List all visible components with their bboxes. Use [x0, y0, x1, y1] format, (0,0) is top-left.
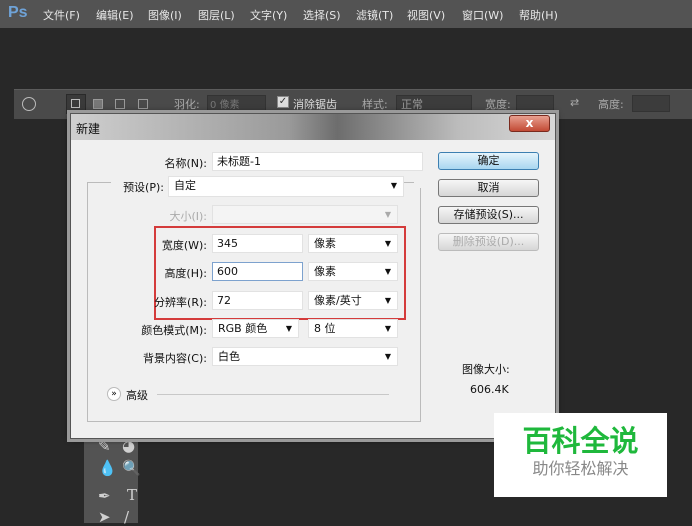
feather-label: 羽化: — [174, 98, 200, 111]
color-mode-label: 颜色模式(M): — [141, 324, 207, 337]
background-label: 背景内容(C): — [143, 352, 207, 365]
new-selection-glyph — [71, 99, 80, 108]
color-mode-select[interactable]: RGB 颜色 ▼ — [212, 319, 299, 338]
menu-filter[interactable]: 滤镜(T) — [356, 7, 393, 23]
name-label: 名称(N): — [164, 157, 207, 170]
height-input[interactable] — [632, 95, 670, 112]
chevron-down-icon: ▼ — [384, 324, 391, 333]
width-unit: 像素 — [314, 237, 336, 250]
photoshop-logo: Ps — [8, 4, 28, 21]
menu-view[interactable]: 视图(V) — [407, 7, 445, 23]
height-input[interactable]: 600 — [212, 262, 303, 281]
width-input[interactable]: 345 — [212, 234, 303, 253]
resolution-label: 分辨率(R): — [154, 296, 207, 309]
bit-depth-value: 8 位 — [314, 322, 336, 335]
menu-layer[interactable]: 图层(L) — [198, 7, 235, 23]
height-unit: 像素 — [314, 265, 336, 278]
feather-input[interactable]: 0 像素 — [207, 95, 266, 112]
dialog-title: 新建 — [76, 122, 101, 136]
paint-bucket-tool-icon[interactable]: ◕ — [122, 437, 135, 455]
pen-tool-icon[interactable]: ✒ — [98, 487, 111, 505]
cancel-button[interactable]: 取消 — [438, 179, 539, 197]
new-document-dialog: 新建 x 名称(N): 未标题-1 预设(P): 自定 ▼ 大小(I): ▼ 宽度… — [70, 113, 556, 439]
path-select-tool-icon[interactable]: ➤ — [98, 508, 111, 526]
antialias-label: 消除锯齿 — [293, 98, 337, 111]
resolution-input[interactable]: 72 — [212, 291, 303, 310]
width-label: 宽度(W): — [161, 239, 207, 252]
resolution-unit: 像素/英寸 — [314, 294, 362, 307]
style-select[interactable]: 正常 — [396, 95, 472, 112]
height-unit-select[interactable]: 像素 ▼ — [308, 262, 398, 281]
delete-preset-button: 删除预设(D)... — [438, 233, 539, 251]
chevron-down-icon: ▼ — [384, 239, 391, 248]
subtract-selection-icon[interactable] — [115, 99, 125, 109]
blur-tool-icon[interactable]: 💧 — [98, 459, 117, 477]
menu-type[interactable]: 文字(Y) — [250, 7, 287, 23]
dialog-titlebar[interactable] — [71, 114, 555, 140]
width-input[interactable] — [516, 95, 554, 112]
chevron-down-icon: ▼ — [384, 267, 391, 276]
watermark-subtitle: 助你轻松解决 — [532, 459, 629, 478]
expand-advanced-icon[interactable]: » — [107, 387, 121, 401]
color-mode-value: RGB 颜色 — [218, 322, 268, 335]
eraser-tool-icon[interactable]: ✎ — [98, 437, 111, 455]
advanced-label[interactable]: 高级 — [126, 387, 148, 403]
chevron-down-icon: ▼ — [384, 296, 391, 305]
preset-select[interactable]: 自定 ▼ — [168, 176, 404, 197]
height-label: 高度(H): — [164, 267, 207, 280]
size-select: ▼ — [212, 205, 398, 224]
height-label: 高度: — [598, 98, 624, 111]
background-select[interactable]: 白色 ▼ — [212, 347, 398, 366]
save-preset-button[interactable]: 存储预设(S)... — [438, 206, 539, 224]
background-value: 白色 — [218, 350, 240, 363]
menu-window[interactable]: 窗口(W) — [462, 7, 503, 23]
antialias-checkbox[interactable]: ✓ — [277, 96, 289, 108]
type-tool-icon[interactable]: T — [127, 486, 137, 504]
bit-depth-select[interactable]: 8 位 ▼ — [308, 319, 398, 338]
image-size-label: 图像大小: — [462, 363, 510, 376]
intersect-selection-icon[interactable] — [138, 99, 148, 109]
ok-button[interactable]: 确定 — [438, 152, 539, 170]
width-label: 宽度: — [485, 98, 511, 111]
add-selection-icon[interactable] — [93, 99, 103, 109]
group-gap — [414, 176, 424, 188]
menu-select[interactable]: 选择(S) — [303, 7, 341, 23]
preset-value: 自定 — [174, 179, 196, 192]
resolution-unit-select[interactable]: 像素/英寸 ▼ — [308, 291, 398, 310]
chevron-down-icon: ▼ — [384, 352, 391, 361]
divider — [157, 394, 389, 395]
preset-label: 预设(P): — [123, 181, 164, 194]
style-label: 样式: — [362, 98, 388, 111]
line-tool-icon[interactable]: / — [124, 508, 129, 526]
chevron-down-icon: ▼ — [384, 210, 391, 219]
chevron-down-icon: ▼ — [285, 324, 292, 333]
watermark: 百科全说 助你轻松解决 — [494, 413, 667, 497]
image-size-value: 606.4K — [470, 383, 509, 396]
swap-icon[interactable]: ⇄ — [570, 96, 579, 109]
dodge-tool-icon[interactable]: 🔍 — [122, 459, 141, 477]
close-button[interactable]: x — [509, 115, 550, 132]
menu-image[interactable]: 图像(I) — [148, 7, 182, 23]
name-input[interactable]: 未标题-1 — [212, 152, 423, 171]
menu-edit[interactable]: 编辑(E) — [96, 7, 134, 23]
ellipse-marquee-icon[interactable] — [22, 97, 36, 111]
menu-file[interactable]: 文件(F) — [43, 7, 80, 23]
menu-help[interactable]: 帮助(H) — [519, 7, 558, 23]
width-unit-select[interactable]: 像素 ▼ — [308, 234, 398, 253]
watermark-title: 百科全说 — [522, 424, 639, 458]
size-label: 大小(I): — [169, 210, 207, 223]
chevron-down-icon: ▼ — [390, 181, 397, 190]
